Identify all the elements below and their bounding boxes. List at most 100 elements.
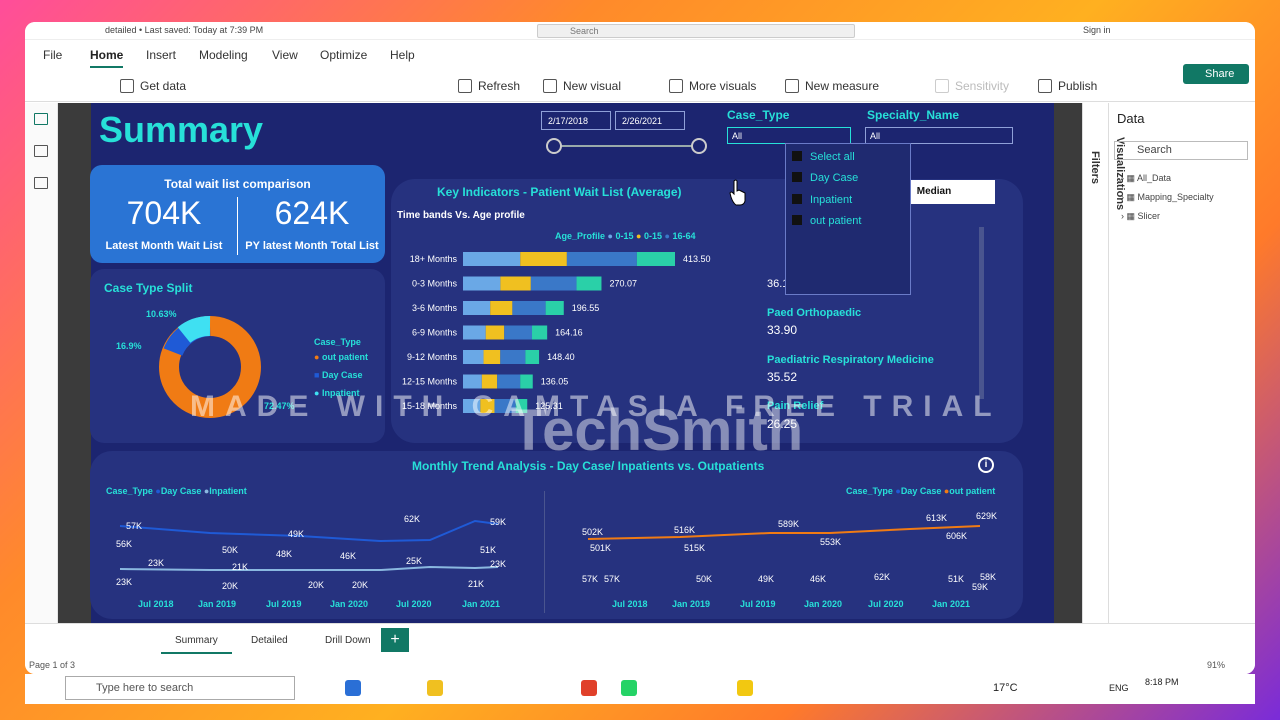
case-type-select[interactable]: All (727, 127, 851, 144)
left-label-c: 50K (222, 545, 239, 555)
left-low-c: 20K (222, 581, 239, 591)
right-pane: Filters Visualizations Data Search › ▦ A… (1082, 103, 1255, 623)
legend-out-patient-text: out patient (321, 352, 368, 362)
specialty-scrollbar[interactable] (979, 227, 984, 399)
x-axis-label: Jul 2019 (740, 599, 776, 609)
menu-insert[interactable]: Insert (146, 48, 176, 62)
age-legend-title: Age_Profile (555, 231, 606, 241)
left-low-h: 21K (468, 579, 485, 589)
bar-segment (504, 325, 533, 340)
specialty-select[interactable]: All (865, 127, 1013, 144)
x-axis-label: Jul 2019 (266, 599, 302, 609)
dropdown-day-case[interactable]: Day Case (792, 172, 858, 184)
data-search-input[interactable]: Search (1114, 141, 1248, 160)
kpi-title: Total wait list comparison (164, 177, 311, 191)
left-day-case-line (119, 519, 499, 543)
bar-segment (463, 252, 521, 266)
date-slider-start-handle[interactable] (546, 138, 562, 154)
new-visual-label: New visual (563, 79, 622, 93)
menu-bar: File Home Insert Modeling View Optimize … (25, 42, 1255, 84)
pct-day-case: 16.9% (116, 341, 142, 351)
dropdown-inpatient-label: Inpatient (810, 194, 853, 206)
left-trend-legend: Case_Type ●Day Case ●Inpatient (106, 486, 247, 496)
menu-optimize[interactable]: Optimize (320, 48, 367, 62)
refresh-button[interactable]: Refresh (458, 79, 520, 93)
tab-detailed[interactable]: Detailed (237, 628, 302, 654)
tab-summary[interactable]: Summary (161, 628, 232, 654)
filters-collapsed[interactable]: Filters (1083, 103, 1109, 623)
view-rail (25, 103, 58, 623)
bar-category-label: 6-9 Months (412, 328, 458, 338)
mail-icon[interactable] (345, 680, 361, 696)
menu-help[interactable]: Help (390, 48, 415, 62)
dropdown-select-all[interactable]: Select all (792, 151, 855, 163)
weather-text: 17°C (993, 682, 1018, 694)
table-all-data[interactable]: › ▦ All_Data (1121, 173, 1171, 184)
sign-in-link[interactable]: Sign in (1083, 25, 1111, 35)
right-label-e: 589K (778, 519, 800, 529)
chrome-icon[interactable] (581, 680, 597, 696)
monthly-trend-panel: Monthly Trend Analysis - Day Case/ Inpat… (90, 451, 1023, 619)
report-view-icon[interactable] (34, 113, 48, 125)
legend-day-case-text: Day Case (321, 370, 363, 380)
taskbar: Type here to search 17°C ENG 8:18 PM (25, 674, 1255, 704)
dropdown-out-patient[interactable]: out patient (792, 215, 861, 227)
kpi-label-py: PY latest Month Total List (245, 240, 379, 252)
specialty-name-2: Paediatric Respiratory Medicine (767, 354, 934, 366)
left-inpatient-line (119, 565, 499, 571)
left-legend-inpatient: Inpatient (209, 486, 247, 496)
date-slider-end-handle[interactable] (691, 138, 707, 154)
page-tabs-bar: Summary Detailed Drill Down + (25, 623, 1255, 655)
menu-home[interactable]: Home (90, 48, 124, 68)
bar-value-label: 148.40 (547, 352, 575, 362)
folder-icon[interactable] (427, 680, 443, 696)
table-slicer[interactable]: › ▦ Slicer (1121, 211, 1160, 222)
menu-file[interactable]: File (43, 48, 62, 62)
date-to-input[interactable]: 2/26/2021 (615, 111, 685, 130)
dropdown-inpatient[interactable]: Inpatient (792, 194, 852, 206)
x-axis-label: Jul 2018 (138, 599, 174, 609)
tab-drill-down[interactable]: Drill Down (311, 628, 385, 654)
date-slider-track[interactable] (554, 145, 700, 147)
info-icon[interactable]: i (978, 457, 994, 473)
data-pane-title: Data (1117, 111, 1145, 126)
database-icon (120, 79, 134, 93)
visuals-icon (669, 79, 683, 93)
whatsapp-icon[interactable] (621, 680, 637, 696)
bar-segment (500, 350, 526, 364)
bar-category-label: 18+ Months (410, 254, 458, 264)
bar-chart-subtitle: Time bands Vs. Age profile (397, 210, 525, 221)
bar-segment (520, 252, 567, 266)
sensitivity-button[interactable]: Sensitivity (935, 79, 1009, 93)
date-from-input[interactable]: 2/17/2018 (541, 111, 611, 130)
dropdown-out-patient-label: out patient (810, 215, 862, 227)
language-indicator[interactable]: ENG (1109, 683, 1129, 693)
right-low-b: 57K (604, 574, 621, 584)
calculator-icon (785, 79, 799, 93)
zoom-level[interactable]: 91% (1207, 660, 1225, 670)
taskbar-search-input[interactable]: Type here to search (65, 676, 295, 700)
model-view-icon[interactable] (34, 177, 48, 189)
right-label-d: 515K (684, 543, 706, 553)
publish-label: Publish (1058, 79, 1098, 93)
new-visual-button[interactable]: New visual (543, 79, 621, 93)
menu-modeling[interactable]: Modeling (199, 48, 248, 62)
powerbi-icon[interactable] (737, 680, 753, 696)
get-data-button[interactable]: Get data (120, 79, 186, 93)
case-split-title: Case Type Split (104, 281, 193, 295)
status-bar: Page 1 of 3 91% (25, 656, 1255, 674)
more-visuals-button[interactable]: More visuals (669, 79, 756, 93)
right-low-g: 51K (948, 574, 965, 584)
top-search-input[interactable]: Search (537, 24, 855, 38)
bar-segment (512, 301, 546, 315)
table-mapping-specialty[interactable]: › ▦ Mapping_Specialty (1121, 192, 1214, 203)
new-measure-button[interactable]: New measure (785, 79, 879, 93)
dropdown-day-case-label: Day Case (810, 172, 859, 184)
table-view-icon[interactable] (34, 145, 48, 157)
menu-view[interactable]: View (272, 48, 298, 62)
bar-value-label: 136.05 (541, 377, 569, 387)
publish-icon (1038, 79, 1052, 93)
add-page-button[interactable]: + (381, 628, 409, 652)
publish-button[interactable]: Publish (1038, 79, 1097, 93)
bar-segment (463, 325, 486, 340)
